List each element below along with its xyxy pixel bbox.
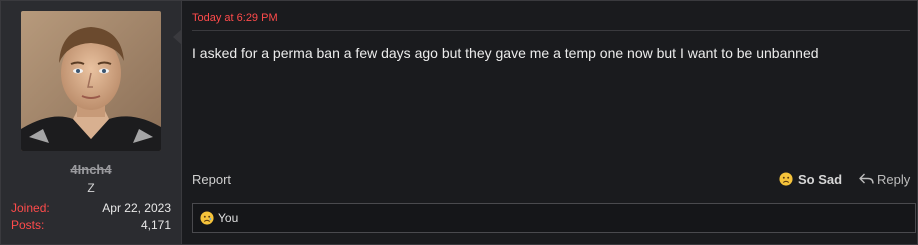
post-message: I asked for a perma ban a few days ago b… [192, 45, 819, 61]
stat-label: Posts: [11, 218, 45, 232]
user-info-panel: 4Inch4 Z Joined: Apr 22, 2023 Posts: 4,1… [1, 1, 182, 244]
post-pointer-arrow [173, 29, 182, 45]
stat-value: Apr 22, 2023 [102, 201, 171, 215]
post-main: Today at 6:29 PM I asked for a perma ban… [182, 1, 917, 244]
username[interactable]: 4Inch4 [1, 162, 181, 177]
avatar[interactable] [21, 11, 161, 151]
post-timestamp[interactable]: Today at 6:29 PM [192, 12, 278, 24]
avatar-image [21, 11, 161, 151]
reply-button-label: Reply [877, 171, 911, 187]
reactions-bar[interactable]: You [192, 203, 916, 233]
stat-value: 4,171 [140, 218, 171, 232]
stat-row-posts: Posts: 4,171 [11, 218, 171, 233]
stat-row-joined: Joined: Apr 22, 2023 [11, 201, 171, 216]
reactions-bar-text: You [218, 211, 239, 225]
react-button[interactable]: So Sad [779, 171, 842, 187]
report-link[interactable]: Report [192, 172, 231, 187]
stat-label: Joined: [11, 201, 50, 215]
post-container: 4Inch4 Z Joined: Apr 22, 2023 Posts: 4,1… [0, 0, 918, 245]
sad-face-icon [779, 172, 793, 186]
react-button-label: So Sad [798, 171, 843, 187]
sad-face-icon [200, 211, 214, 225]
reply-button[interactable]: Reply [859, 171, 910, 187]
user-title: Z [87, 181, 95, 195]
reply-arrow-icon [859, 173, 874, 184]
header-divider [192, 30, 910, 31]
